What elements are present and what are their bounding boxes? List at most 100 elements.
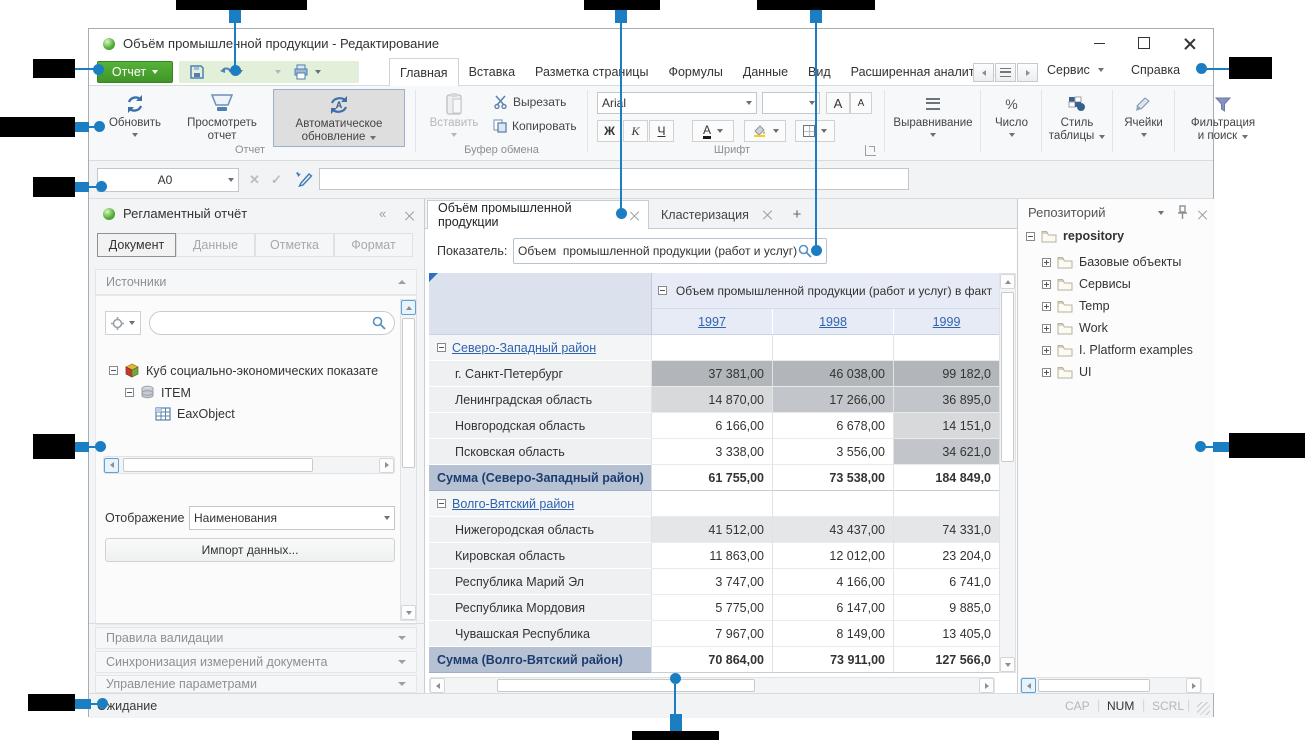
cell[interactable]: 5 775,00 bbox=[651, 595, 772, 621]
tab-otmetka[interactable]: Отметка bbox=[255, 233, 334, 257]
cell[interactable]: 3 747,00 bbox=[651, 569, 772, 595]
indicator-combo[interactable]: Объем промышленной продукции (работ и ус… bbox=[513, 238, 827, 264]
cell[interactable]: 99 182,0 bbox=[893, 361, 999, 387]
collapse-row-icon[interactable] bbox=[437, 499, 446, 508]
tab-vid[interactable]: Вид bbox=[798, 58, 841, 85]
underline-button[interactable]: Ч bbox=[649, 120, 674, 142]
cell[interactable] bbox=[651, 491, 772, 517]
table-style-button[interactable]: Стиль таблицы bbox=[1045, 89, 1109, 147]
cell[interactable]: 9 885,0 bbox=[893, 595, 999, 621]
print-icon[interactable] bbox=[293, 64, 309, 80]
row-label[interactable]: Республика Мордовия bbox=[429, 595, 651, 621]
cell[interactable]: 17 266,00 bbox=[772, 387, 893, 413]
cell[interactable]: 74 331,0 bbox=[893, 517, 999, 543]
collapse-node-icon[interactable] bbox=[125, 388, 134, 397]
close-panel-icon[interactable] bbox=[405, 211, 414, 220]
scroll-thumb[interactable] bbox=[402, 318, 415, 468]
table-merged-header[interactable]: Объем промышленной продукции (работ и ус… bbox=[651, 273, 999, 309]
new-tab-button[interactable]: + bbox=[785, 200, 809, 229]
scroll-right-button[interactable] bbox=[1186, 678, 1201, 693]
preview-report-button[interactable]: Просмотреть отчет bbox=[175, 89, 269, 147]
cell[interactable]: 23 204,0 bbox=[893, 543, 999, 569]
row-label[interactable]: Псковская область bbox=[429, 439, 651, 465]
expand-node-icon[interactable] bbox=[1042, 280, 1051, 289]
row-label[interactable]: Кировская область bbox=[429, 543, 651, 569]
tab-scroll-right-button[interactable] bbox=[1017, 63, 1038, 82]
close-button[interactable] bbox=[1174, 31, 1204, 55]
scroll-thumb[interactable] bbox=[497, 679, 755, 692]
service-menu[interactable]: Сервис bbox=[1047, 63, 1104, 77]
cell[interactable]: 7 967,00 bbox=[651, 621, 772, 647]
validation-rules-section[interactable]: Правила валидации bbox=[95, 627, 417, 649]
font-dialog-launcher-icon[interactable] bbox=[865, 145, 876, 156]
tree-item-eaxobject[interactable]: EaxObject bbox=[155, 407, 235, 421]
tab-glavnaya[interactable]: Главная bbox=[389, 58, 459, 86]
collapse-panel-icon[interactable]: « bbox=[379, 206, 384, 221]
confirm-formula-icon[interactable]: ✓ bbox=[271, 172, 282, 188]
cell[interactable]: 6 741,0 bbox=[893, 569, 999, 595]
cell[interactable]: 3 556,00 bbox=[772, 439, 893, 465]
cell[interactable]: 3 338,00 bbox=[651, 439, 772, 465]
collapse-node-icon[interactable] bbox=[109, 366, 118, 375]
cell[interactable]: 6 678,00 bbox=[772, 413, 893, 439]
sources-section-header[interactable]: Источники bbox=[95, 269, 417, 295]
cell[interactable]: 46 038,00 bbox=[772, 361, 893, 387]
left-panel-vscrollbar[interactable] bbox=[400, 299, 417, 621]
cell[interactable] bbox=[772, 491, 893, 517]
row-label[interactable]: Новгородская область bbox=[429, 413, 651, 439]
table-vscrollbar[interactable] bbox=[999, 273, 1016, 673]
repo-tree-item[interactable]: Work bbox=[1042, 321, 1108, 335]
cell[interactable]: 70 864,00 bbox=[651, 647, 772, 673]
row-label[interactable]: Чувашская Республика bbox=[429, 621, 651, 647]
edit-formula-icon[interactable] bbox=[293, 169, 313, 189]
tab-list-button[interactable] bbox=[995, 63, 1016, 82]
cell[interactable] bbox=[651, 335, 772, 361]
tab-dannye[interactable]: Данные bbox=[733, 58, 798, 85]
scroll-down-button[interactable] bbox=[401, 605, 416, 620]
filter-search-button[interactable]: Фильтрация и поиск bbox=[1178, 89, 1268, 147]
search-icon[interactable] bbox=[798, 244, 812, 258]
minimize-button[interactable] bbox=[1084, 31, 1114, 55]
row-label[interactable]: Ленинградская область bbox=[429, 387, 651, 413]
cell[interactable]: 6 166,00 bbox=[651, 413, 772, 439]
scroll-thumb[interactable] bbox=[123, 458, 313, 472]
tab-vstavka[interactable]: Вставка bbox=[459, 58, 525, 85]
scroll-up-button[interactable] bbox=[401, 300, 416, 315]
auto-refresh-button[interactable]: A Автоматическое обновление bbox=[273, 89, 405, 147]
cut-button[interactable]: Вырезать bbox=[493, 95, 566, 109]
display-combo[interactable]: Наименования bbox=[189, 506, 395, 530]
repo-tree-item[interactable]: Temp bbox=[1042, 299, 1110, 313]
cell[interactable]: 13 405,0 bbox=[893, 621, 999, 647]
table-hscrollbar[interactable] bbox=[429, 677, 995, 694]
row-label[interactable]: Сумма (Волго-Вятский район) bbox=[429, 647, 651, 673]
save-icon[interactable] bbox=[189, 64, 205, 80]
print-dropdown-icon[interactable] bbox=[315, 70, 321, 74]
repo-tree-item[interactable]: UI bbox=[1042, 365, 1092, 379]
scroll-left-button[interactable] bbox=[104, 458, 119, 473]
font-color-button[interactable]: А bbox=[692, 120, 734, 142]
source-search-box[interactable] bbox=[149, 311, 395, 335]
row-label[interactable]: Нижегородская область bbox=[429, 517, 651, 543]
row-label[interactable]: Сумма (Северо-Западный район) bbox=[429, 465, 651, 491]
repo-tree-item[interactable]: I. Platform examples bbox=[1042, 343, 1193, 357]
fill-color-button[interactable] bbox=[744, 120, 786, 142]
redo-dropdown-icon[interactable] bbox=[275, 70, 281, 74]
collapse-row-icon[interactable] bbox=[437, 343, 446, 352]
expand-node-icon[interactable] bbox=[1042, 346, 1051, 355]
year-header[interactable]: 1999 bbox=[893, 309, 999, 335]
row-label[interactable]: Северо-Западный район bbox=[429, 335, 651, 361]
tree-item-item[interactable]: ITEM bbox=[125, 385, 191, 400]
cancel-formula-icon[interactable]: ✕ bbox=[249, 172, 260, 188]
corner-select-icon[interactable] bbox=[429, 273, 438, 282]
cell[interactable]: 127 566,0 bbox=[893, 647, 999, 673]
refresh-button[interactable]: Обновить bbox=[99, 89, 171, 147]
expand-node-icon[interactable] bbox=[1042, 324, 1051, 333]
year-header[interactable]: 1997 bbox=[651, 309, 772, 335]
row-label[interactable]: Республика Марий Эл bbox=[429, 569, 651, 595]
cell[interactable] bbox=[772, 335, 893, 361]
repo-hscrollbar[interactable] bbox=[1020, 677, 1202, 694]
scroll-right-button[interactable] bbox=[979, 678, 994, 693]
cell[interactable]: 12 012,00 bbox=[772, 543, 893, 569]
sync-dimensions-section[interactable]: Синхронизация измерений документа bbox=[95, 651, 417, 673]
doc-tab-clustering[interactable]: Кластеризация bbox=[651, 200, 779, 229]
